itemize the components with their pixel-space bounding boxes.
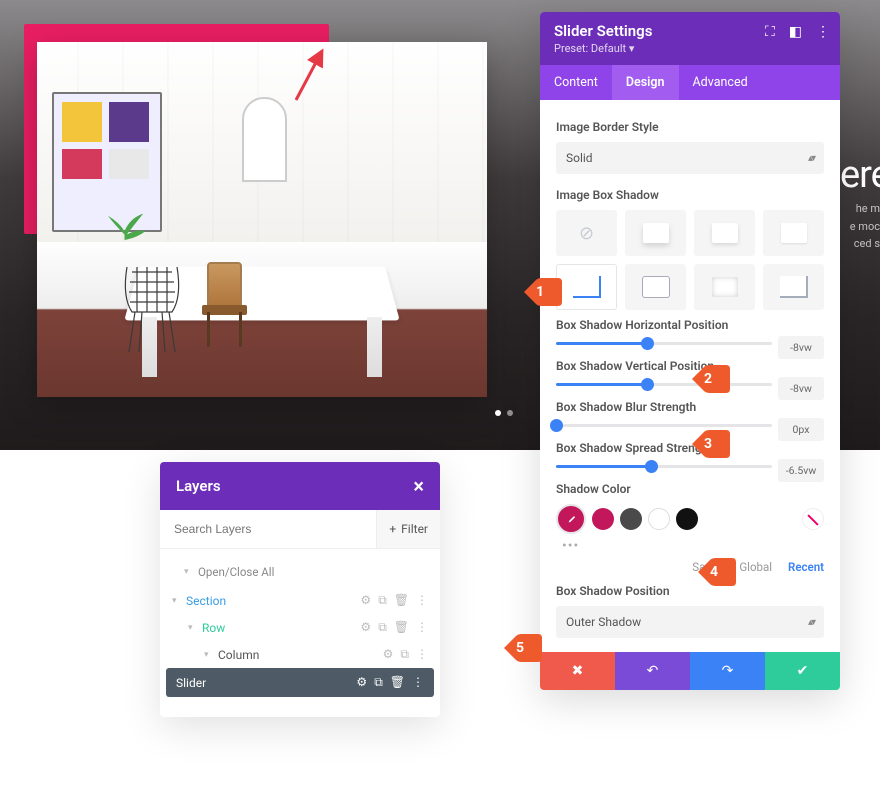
dock-icon[interactable]: ◧ xyxy=(789,24,802,40)
more-colors-icon[interactable]: ••• xyxy=(562,538,824,554)
spread-value[interactable]: -6.5vw xyxy=(778,459,824,482)
callout-2: 2 xyxy=(690,365,730,393)
h-pos-value[interactable]: -8vw xyxy=(778,336,824,359)
color-swatch-black[interactable] xyxy=(676,508,698,530)
kebab-icon[interactable]: ⋮ xyxy=(416,593,428,608)
search-input[interactable] xyxy=(160,510,376,548)
shadow-pos-label: Box Shadow Position xyxy=(556,584,824,598)
shadow-preset[interactable] xyxy=(625,264,686,310)
annotation-arrow-icon xyxy=(290,45,330,105)
color-tabs: Saved Global Recent xyxy=(556,560,824,574)
tab-design[interactable]: Design xyxy=(612,65,679,100)
shadow-presets: ⊘ xyxy=(556,210,824,310)
gear-icon[interactable]: ⚙ xyxy=(360,620,371,635)
gear-icon[interactable]: ⚙ xyxy=(360,593,371,608)
color-tab-recent[interactable]: Recent xyxy=(788,560,824,574)
slider-pagination[interactable] xyxy=(495,410,513,416)
layers-header[interactable]: Layers × xyxy=(160,462,440,510)
layer-row[interactable]: ▾ Row ⚙ ⧉ 🗑 ⋮ xyxy=(166,614,434,641)
chevron-down-icon: ▾ xyxy=(172,596,186,606)
gear-icon[interactable]: ⚙ xyxy=(356,675,367,690)
expand-icon[interactable]: ⛶ xyxy=(765,24,775,40)
shadow-preset[interactable] xyxy=(625,210,686,256)
duplicate-icon[interactable]: ⧉ xyxy=(378,620,387,635)
shadow-preset[interactable] xyxy=(694,264,755,310)
blur-value[interactable]: 0px xyxy=(778,418,824,441)
kebab-icon[interactable]: ⋮ xyxy=(416,647,428,662)
border-style-label: Image Border Style xyxy=(556,120,824,134)
shadow-none[interactable]: ⊘ xyxy=(556,210,617,256)
cancel-button[interactable]: ✖ xyxy=(540,652,615,690)
duplicate-icon[interactable]: ⧉ xyxy=(378,593,387,608)
plant-icon xyxy=(97,207,152,262)
border-style-select[interactable]: Solid ▴▾ xyxy=(556,142,824,174)
blur-slider[interactable]: 0px xyxy=(556,424,824,427)
shadow-preset-active[interactable] xyxy=(556,264,617,310)
close-icon[interactable]: × xyxy=(413,476,424,496)
shadow-preset[interactable] xyxy=(763,264,824,310)
redo-button[interactable]: ↷ xyxy=(690,652,765,690)
shadow-preset[interactable] xyxy=(763,210,824,256)
duplicate-icon[interactable]: ⧉ xyxy=(400,647,409,662)
shadow-pos-select[interactable]: Outer Shadow ▴▾ xyxy=(556,606,824,638)
layers-title: Layers xyxy=(176,477,221,495)
callout-1: 1 xyxy=(522,278,562,306)
tab-content[interactable]: Content xyxy=(540,65,612,100)
wire-chair-illustration xyxy=(117,257,192,357)
slider-image[interactable] xyxy=(37,42,487,397)
spread-slider[interactable]: -6.5vw xyxy=(556,465,824,468)
plus-icon: + xyxy=(389,522,396,536)
layer-column[interactable]: ▾ Column ⚙ ⧉ ⋮ xyxy=(166,641,434,668)
blur-label: Box Shadow Blur Strength xyxy=(556,400,824,414)
kebab-icon[interactable]: ⋮ xyxy=(412,675,424,690)
gear-icon[interactable]: ⚙ xyxy=(383,647,394,662)
callout-5: 5 xyxy=(502,634,542,662)
open-close-all[interactable]: ▾ Open/Close All xyxy=(166,557,434,587)
trash-icon[interactable]: 🗑 xyxy=(394,620,409,635)
v-pos-value[interactable]: -8vw xyxy=(778,377,824,400)
chevron-down-icon: ▾ xyxy=(629,42,635,55)
chevron-down-icon: ▾ xyxy=(184,567,198,577)
color-swatch-pink[interactable] xyxy=(592,508,614,530)
duplicate-icon[interactable]: ⧉ xyxy=(374,675,383,690)
hero-headline-fragment: ere xyxy=(840,155,880,197)
callout-3: 3 xyxy=(690,430,730,458)
color-swatch-grey[interactable] xyxy=(620,508,642,530)
h-pos-slider[interactable]: -8vw xyxy=(556,342,824,345)
color-tab-global[interactable]: Global xyxy=(739,560,772,574)
layer-section[interactable]: ▾ Section ⚙ ⧉ 🗑 ⋮ xyxy=(166,587,434,614)
trash-icon[interactable]: 🗑 xyxy=(394,593,409,608)
select-arrows-icon: ▴▾ xyxy=(808,153,814,164)
kebab-icon[interactable]: ⋮ xyxy=(816,24,830,40)
undo-button[interactable]: ↶ xyxy=(615,652,690,690)
settings-tabs: Content Design Advanced xyxy=(540,65,840,100)
shadow-preset[interactable] xyxy=(694,210,755,256)
panel-header[interactable]: Slider Settings Preset: Default ▾ ⛶ ◧ ⋮ xyxy=(540,12,840,65)
save-button[interactable]: ✔ xyxy=(765,652,840,690)
box-shadow-label: Image Box Shadow xyxy=(556,188,824,202)
panel-footer: ✖ ↶ ↷ ✔ xyxy=(540,652,840,690)
chair-illustration xyxy=(197,262,252,347)
layer-slider[interactable]: Slider ⚙ ⧉ 🗑 ⋮ xyxy=(166,668,434,697)
none-icon: ⊘ xyxy=(579,223,594,244)
shadow-color-label: Shadow Color xyxy=(556,482,824,496)
eyedropper-button[interactable] xyxy=(556,504,586,534)
arch-window xyxy=(242,97,287,182)
settings-panel: Slider Settings Preset: Default ▾ ⛶ ◧ ⋮ … xyxy=(540,12,840,690)
trash-icon[interactable]: 🗑 xyxy=(390,675,405,690)
filter-button[interactable]: + Filter xyxy=(376,510,440,548)
select-arrows-icon: ▴▾ xyxy=(808,617,814,628)
chevron-down-icon: ▾ xyxy=(204,650,218,660)
kebab-icon[interactable]: ⋮ xyxy=(416,620,428,635)
chevron-down-icon: ▾ xyxy=(188,623,202,633)
layers-panel: Layers × + Filter ▾ Open/Close All ▾ Sec… xyxy=(160,462,440,717)
color-swatch-white[interactable] xyxy=(648,508,670,530)
callout-4: 4 xyxy=(696,558,736,586)
h-pos-label: Box Shadow Horizontal Position xyxy=(556,318,824,332)
preset-label[interactable]: Preset: Default xyxy=(554,42,626,55)
color-swatch-none[interactable] xyxy=(802,508,824,530)
tab-advanced[interactable]: Advanced xyxy=(679,65,762,100)
